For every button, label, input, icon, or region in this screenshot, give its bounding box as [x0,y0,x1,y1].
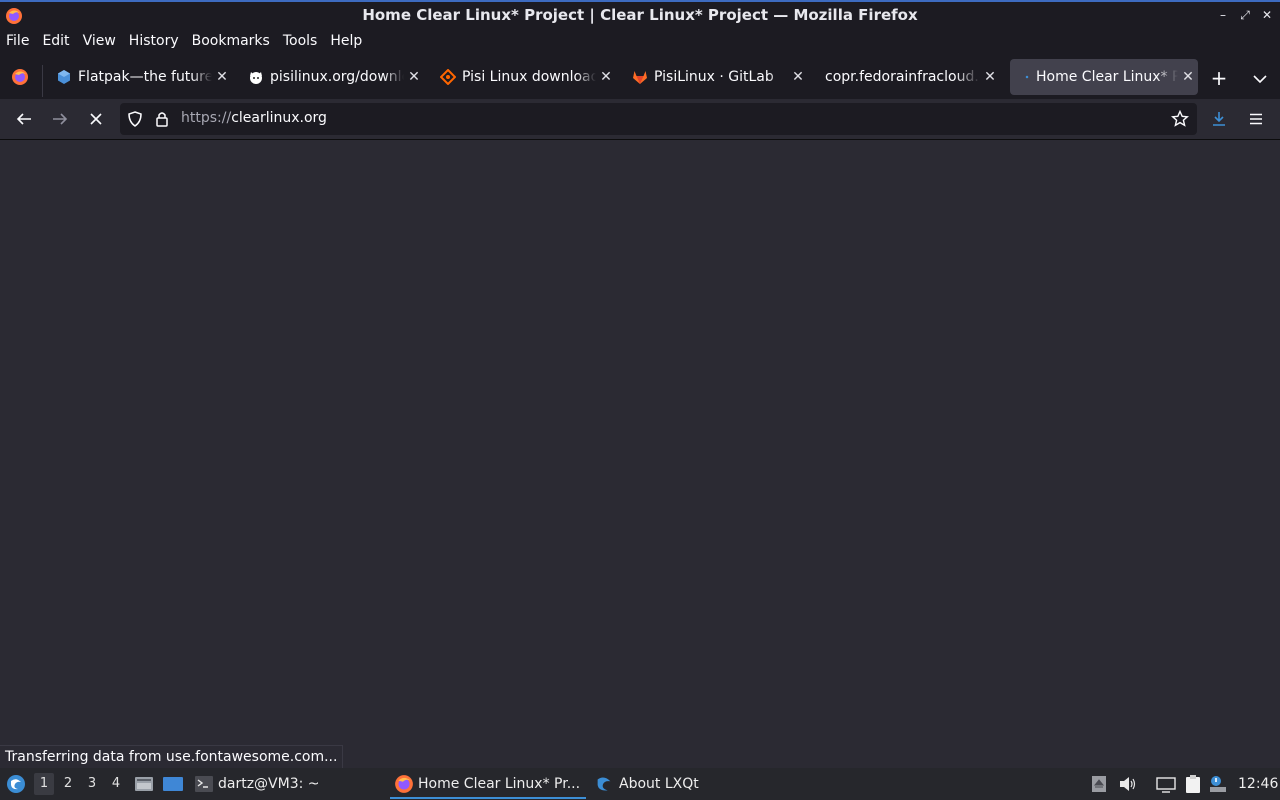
close-window-icon[interactable]: ✕ [1260,8,1274,22]
forward-button[interactable] [48,107,72,131]
app-menu-button[interactable] [1244,107,1268,131]
menu-help[interactable]: Help [330,33,362,49]
desktop-4-button[interactable]: 4 [106,773,126,795]
star-icon[interactable] [1171,110,1189,128]
tab-label: PisiLinux · GitLab [654,69,774,85]
tray-network[interactable] [1155,768,1177,800]
firefox-icon [12,69,28,85]
window-titlebar[interactable]: Home Clear Linux* Project | Clear Linux*… [0,0,1280,29]
arrow-left-icon [16,113,31,125]
hamburger-menu-icon [1250,113,1262,125]
tab-label: Pisi Linux download [462,69,596,85]
restore-icon[interactable]: ⤢ [1238,8,1252,22]
menu-file[interactable]: File [6,33,29,49]
tab-label: Home Clear Linux* Project [1036,69,1178,85]
tab-flatpak[interactable]: Flatpak—the future of ✕ [50,63,232,91]
tray-notification[interactable] [1209,768,1227,800]
network-icon [1156,777,1176,793]
tab-label: copr.fedorainfracloud.org [825,69,980,85]
tab-clearlinux[interactable]: Home Clear Linux* Project ✕ [1010,59,1198,95]
tab-pisilinux-downloads[interactable]: pisilinux.org/downloads ✕ [242,63,424,91]
close-tab-icon[interactable]: ✕ [1178,69,1198,85]
desktop-launcher[interactable] [162,768,184,800]
downloads-button[interactable] [1207,107,1231,131]
url-host: clearlinux.org [231,110,327,126]
page-content[interactable] [0,141,1280,768]
navigation-toolbar: https://clearlinux.org [0,99,1280,140]
desktop-2-button[interactable]: 2 [58,773,78,795]
stop-button[interactable] [84,107,108,131]
file-manager-launcher[interactable] [134,768,154,800]
flatpak-icon [58,70,70,84]
menu-history[interactable]: History [129,33,179,49]
volume-icon [1120,777,1136,791]
menu-edit[interactable]: Edit [42,33,69,49]
menubar: File Edit View History Bookmarks Tools H… [0,29,1280,53]
tab-pisi-download[interactable]: Pisi Linux download ✕ [434,63,616,91]
stop-x-icon [90,113,102,125]
desktop-1-button[interactable]: 1 [34,773,54,795]
clock[interactable]: 12:46 [1238,768,1278,800]
pisi-cat-icon [250,72,262,84]
task-label: About LXQt [619,776,699,792]
menu-tools[interactable]: Tools [283,33,318,49]
close-tab-icon[interactable]: ✕ [404,69,424,85]
download-icon [1213,112,1225,126]
tab-label: Flatpak—the future of [78,69,212,85]
file-manager-icon [135,777,153,791]
tab-strip: Flatpak—the future of ✕ pisilinux.org/do… [0,53,1280,99]
tray-volume[interactable] [1118,768,1138,800]
terminal-label: dartz@VM3: ~ [218,776,320,792]
close-tab-icon[interactable]: ✕ [788,69,808,85]
tab-separator [42,65,43,97]
back-button[interactable] [12,107,36,131]
close-tab-icon[interactable]: ✕ [980,69,1000,85]
shield-icon[interactable] [126,110,144,128]
removable-media-icon [1092,776,1106,792]
lxqt-icon [597,777,611,791]
tab-gitlab[interactable]: PisiLinux · GitLab ✕ [626,63,808,91]
url-text[interactable]: https://clearlinux.org [181,110,327,126]
chevron-down-icon[interactable] [1248,67,1272,91]
new-tab-button[interactable]: + [1207,67,1231,91]
lock-icon[interactable] [154,110,170,128]
menu-bookmarks[interactable]: Bookmarks [192,33,270,49]
terminal-icon [195,776,213,792]
tray-eject[interactable] [1091,768,1107,800]
tab-label: pisilinux.org/downloads [270,69,404,85]
terminal-launcher[interactable]: dartz@VM3: ~ [194,768,320,800]
notification-icon [1210,776,1226,792]
lxqt-menu-button[interactable] [4,768,28,800]
show-desktop-icon [163,777,183,791]
gitlab-icon [633,71,647,84]
close-tab-icon[interactable]: ✕ [212,69,232,85]
taskbar: 1 2 3 4 dartz@VM3: ~ Home Clear Linux* P… [0,768,1280,800]
desktop-switcher: 1 2 3 4 [34,768,126,800]
tray-clipboard[interactable] [1183,768,1203,800]
window-title: Home Clear Linux* Project | Clear Linux*… [362,6,918,24]
url-protocol: https:// [181,110,232,126]
task-label: Home Clear Linux* Pr... [418,776,581,792]
tab-copr[interactable]: copr.fedorainfracloud.org ✕ [818,63,1000,91]
url-bar[interactable]: https://clearlinux.org [120,103,1197,135]
loading-dot-icon [1025,75,1029,79]
menu-view[interactable]: View [83,33,116,49]
sourceforge-icon [440,69,456,85]
minimize-icon[interactable]: – [1216,8,1230,22]
clipboard-icon [1186,775,1200,793]
arrow-right-icon [53,113,68,125]
desktop-3-button[interactable]: 3 [82,773,102,795]
task-about-lxqt[interactable]: About LXQt [594,768,699,800]
task-firefox[interactable]: Home Clear Linux* Pr... [394,768,580,800]
status-panel: Transferring data from use.fontawesome.c… [0,745,344,768]
lxqt-logo-icon [7,775,25,793]
firefox-view-button[interactable] [4,63,36,91]
active-task-indicator [390,797,586,799]
firefox-icon [395,775,413,793]
close-tab-icon[interactable]: ✕ [596,69,616,85]
